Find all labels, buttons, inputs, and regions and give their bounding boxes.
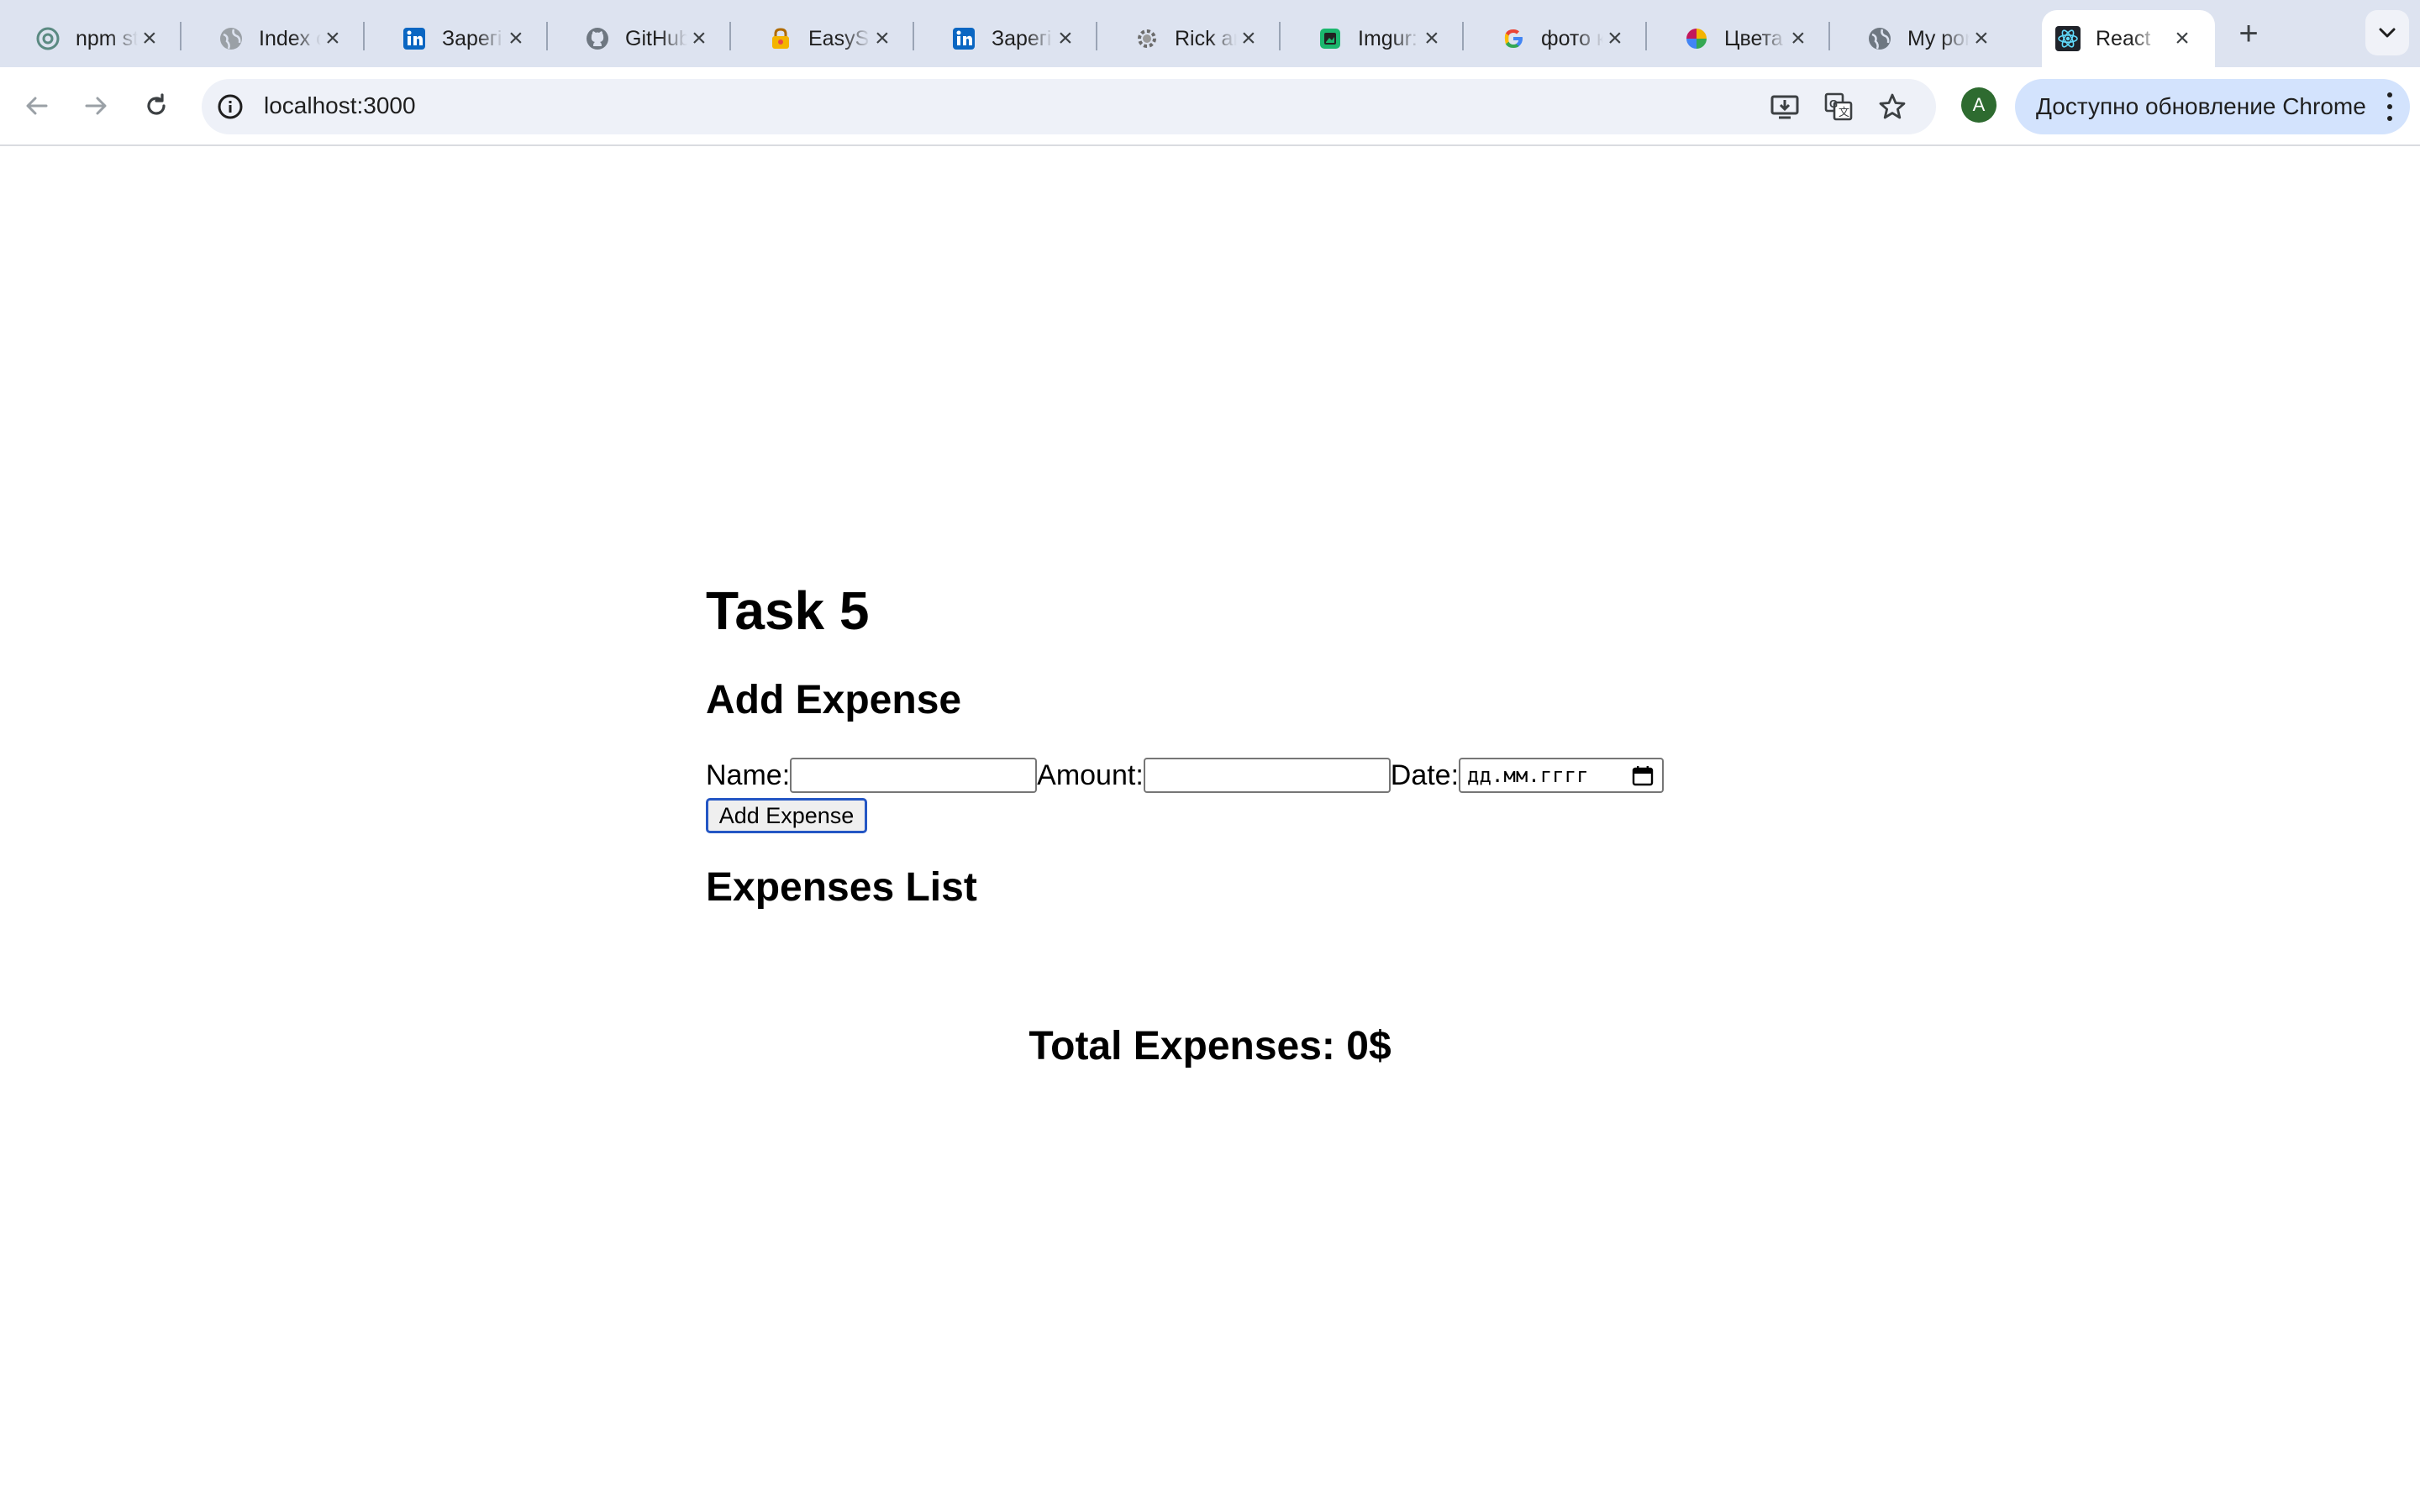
arrow-right-icon — [85, 97, 107, 115]
address-bar[interactable]: localhost:3000 G文 — [202, 79, 1936, 134]
gear-icon — [1134, 26, 1160, 51]
expenses-list-heading: Expenses List — [706, 865, 977, 910]
close-icon[interactable]: × — [687, 26, 711, 51]
close-icon[interactable]: × — [138, 26, 161, 51]
svg-text:G: G — [1829, 97, 1838, 110]
close-icon[interactable]: × — [321, 26, 345, 51]
globe-icon — [1867, 26, 1892, 51]
react-icon — [2055, 26, 2081, 51]
tab-colors[interactable]: Цвета × — [1649, 10, 1830, 67]
tab-linkedin-2[interactable]: Зарегi × — [916, 10, 1097, 67]
amount-input[interactable] — [1143, 758, 1391, 793]
close-icon[interactable]: × — [1420, 26, 1444, 51]
tab-title: Imgur: — [1358, 26, 1418, 50]
tab-easysl[interactable]: EasySl × — [733, 10, 914, 67]
more-vertical-icon — [2385, 92, 2395, 121]
tab-separator — [1279, 22, 1281, 50]
close-icon[interactable]: × — [2170, 26, 2195, 51]
tab-title: npm st — [76, 26, 138, 50]
date-label: Date: — [1390, 759, 1460, 791]
tab-linkedin-1[interactable]: Зарегi × — [366, 10, 548, 67]
tab-title: My por — [1907, 26, 1970, 50]
close-icon[interactable]: × — [1237, 26, 1260, 51]
close-icon[interactable]: × — [1970, 26, 1993, 51]
close-icon[interactable]: × — [871, 26, 894, 51]
add-expense-button[interactable]: Add Expense — [706, 798, 867, 833]
lock-icon — [768, 26, 793, 51]
name-input[interactable] — [790, 758, 1038, 793]
chevron-down-icon — [2379, 28, 2396, 38]
chrome-update-button[interactable]: Доступно обновление Chrome — [2015, 79, 2410, 134]
tab-separator — [1462, 22, 1464, 50]
tab-separator — [1828, 22, 1830, 50]
tab-separator — [546, 22, 548, 50]
tab-separator — [180, 22, 182, 50]
back-button[interactable] — [15, 84, 59, 128]
tab-separator — [1096, 22, 1097, 50]
tab-title: React — [2096, 26, 2151, 50]
tab-title: фото к — [1541, 26, 1603, 50]
tab-separator — [363, 22, 365, 50]
tab-google[interactable]: фото к × — [1465, 10, 1647, 67]
github-icon — [585, 26, 610, 51]
tab-strip: npm st × Index o × Зарегi × GitHub × Eas… — [0, 0, 2420, 67]
expense-form: Name: Amount: Date: дд.мм.гггг — [706, 758, 1665, 793]
close-icon[interactable]: × — [1786, 26, 1810, 51]
tab-portfolio[interactable]: My por × — [1832, 10, 2013, 67]
arrow-left-icon — [26, 97, 48, 115]
site-info-icon[interactable] — [217, 93, 244, 120]
add-expense-heading: Add Expense — [706, 678, 962, 722]
tab-npm[interactable]: npm st × — [0, 10, 182, 67]
reload-icon — [147, 93, 166, 115]
tab-title: GitHub — [625, 26, 687, 50]
bookmark-star-icon[interactable] — [1877, 92, 1907, 122]
profile-avatar[interactable]: A — [1961, 87, 1996, 123]
tab-search-button[interactable] — [2365, 10, 2409, 55]
svg-text:文: 文 — [1839, 106, 1849, 118]
chatgpt-icon — [35, 26, 60, 51]
tab-index[interactable]: Index o × — [183, 10, 365, 67]
tab-title: Зарегi — [442, 26, 502, 50]
linkedin-icon — [402, 26, 427, 51]
imgur-icon — [1318, 26, 1343, 51]
browser-toolbar: localhost:3000 G文 A Доступно обновление … — [0, 67, 2420, 146]
tab-imgur[interactable]: Imgur: × — [1282, 10, 1464, 67]
name-label: Name: — [706, 759, 791, 791]
install-app-icon[interactable] — [1770, 92, 1800, 122]
total-expenses: Total Expenses: 0$ — [1028, 1024, 1392, 1068]
tab-title: Цвета — [1724, 26, 1783, 50]
tab-github[interactable]: GitHub × — [550, 10, 731, 67]
color-wheel-icon — [1684, 26, 1709, 51]
tab-title: Rick ar — [1175, 26, 1237, 50]
page-title: Task 5 — [706, 580, 870, 641]
new-tab-button[interactable]: + — [2231, 13, 2266, 54]
tab-react-active[interactable]: React × — [2042, 10, 2215, 67]
close-icon[interactable]: × — [1054, 26, 1077, 51]
update-label: Доступно обновление Chrome — [2036, 93, 2366, 119]
tab-separator — [913, 22, 914, 50]
tab-title: EasySl — [808, 26, 871, 50]
linkedin-icon — [951, 26, 976, 51]
forward-button[interactable] — [74, 84, 118, 128]
date-placeholder: дд.мм.гггг — [1467, 764, 1589, 787]
close-icon[interactable]: × — [504, 26, 528, 51]
tab-rick[interactable]: Rick ar × — [1099, 10, 1281, 67]
reload-button[interactable] — [134, 84, 178, 128]
tab-separator — [729, 22, 731, 50]
tab-separator — [1645, 22, 1647, 50]
close-icon[interactable]: × — [1603, 26, 1627, 51]
amount-label: Amount: — [1037, 759, 1144, 791]
date-input[interactable]: дд.мм.гггг — [1459, 758, 1665, 793]
url-text[interactable]: localhost:3000 — [264, 92, 416, 119]
tab-title: Зарегi — [992, 26, 1052, 50]
translate-icon[interactable]: G文 — [1823, 92, 1854, 122]
google-icon — [1501, 26, 1526, 51]
calendar-icon[interactable] — [1632, 766, 1654, 786]
tab-title: Index o — [259, 26, 321, 50]
globe-icon — [218, 26, 244, 51]
